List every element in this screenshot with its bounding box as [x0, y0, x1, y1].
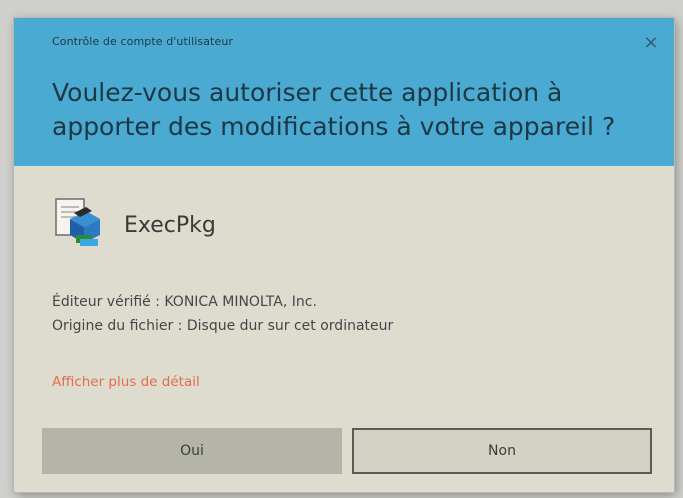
- installer-package-icon: [52, 195, 106, 249]
- origin-line: Origine du fichier : Disque dur sur cet …: [52, 318, 394, 334]
- close-icon[interactable]: ×: [640, 32, 662, 54]
- yes-button[interactable]: Oui: [42, 428, 342, 474]
- app-row: ExecPkg: [52, 194, 216, 250]
- dialog-header: Contrôle de compte d'utilisateur × Voule…: [14, 18, 674, 166]
- screen-background: Contrôle de compte d'utilisateur × Voule…: [0, 0, 683, 498]
- dialog-title: Contrôle de compte d'utilisateur: [52, 35, 234, 48]
- publisher-info: Éditeur vérifié : KONICA MINOLTA, Inc. O…: [52, 290, 393, 338]
- uac-dialog: Contrôle de compte d'utilisateur × Voule…: [14, 18, 674, 492]
- no-button[interactable]: Non: [352, 428, 652, 474]
- show-details-link[interactable]: Afficher plus de détail: [52, 374, 200, 390]
- app-name: ExecPkg: [124, 212, 216, 238]
- permission-question: Voulez-vous autoriser cette application …: [52, 78, 616, 141]
- publisher-line: Éditeur vérifié : KONICA MINOLTA, Inc.: [52, 294, 317, 310]
